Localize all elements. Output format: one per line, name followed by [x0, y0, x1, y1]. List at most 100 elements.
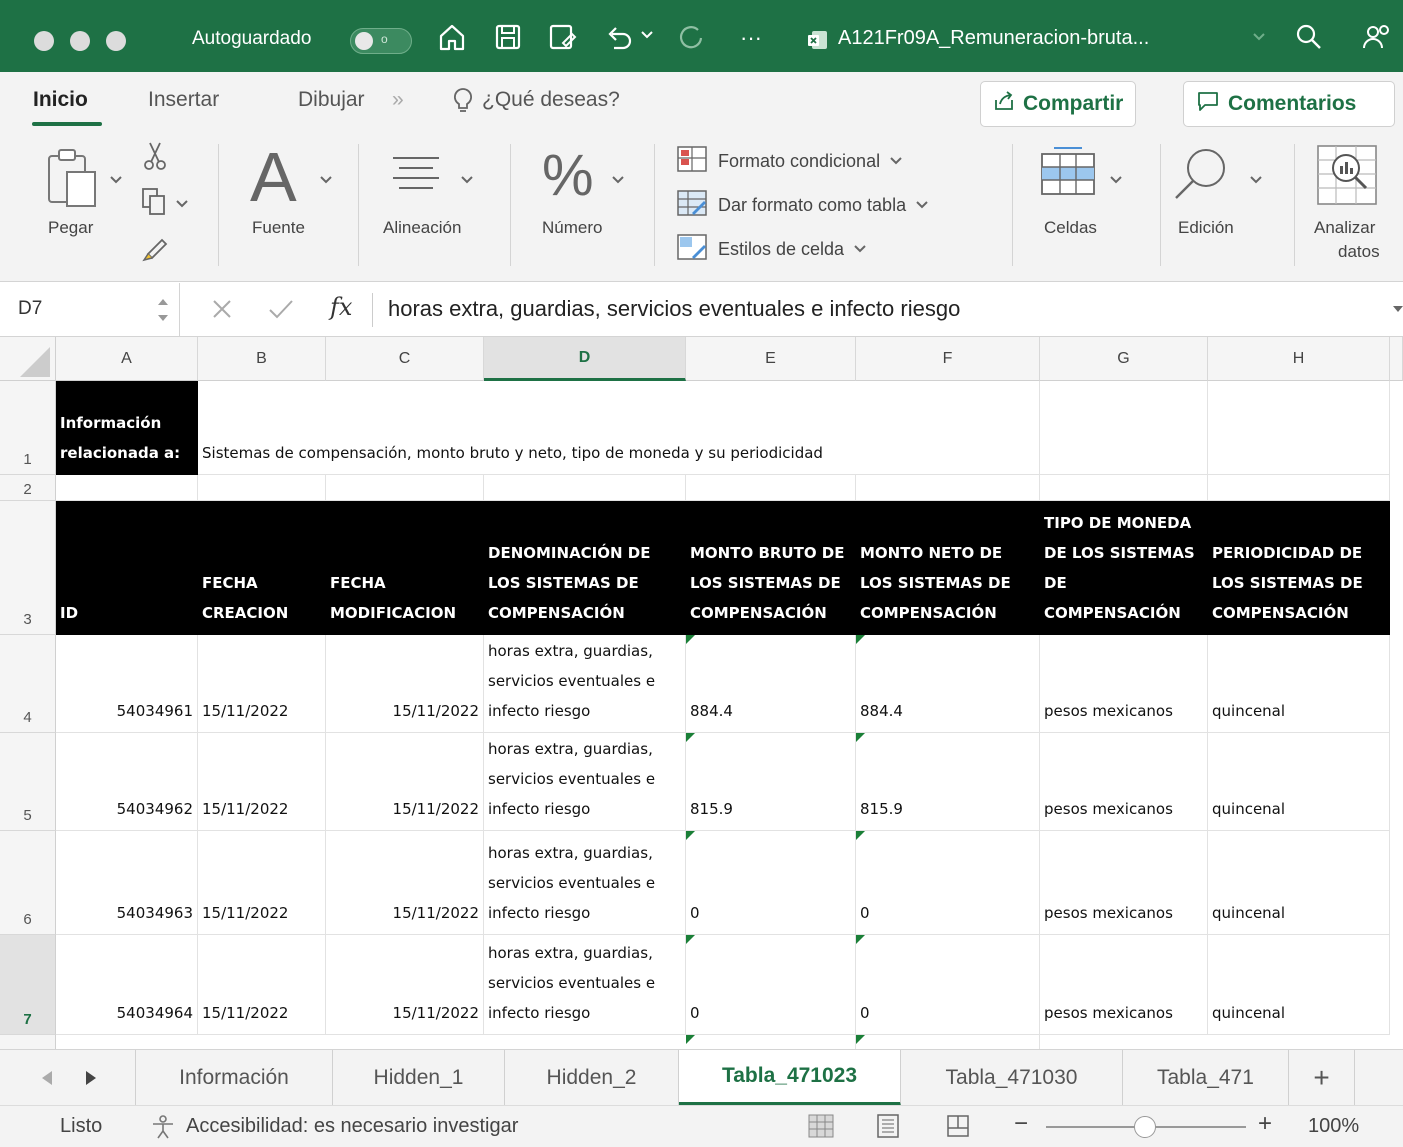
- name-box-stepper-icon[interactable]: [156, 293, 170, 332]
- cell-h1[interactable]: [1208, 381, 1390, 475]
- header-monto-bruto[interactable]: MONTO BRUTO DE LOS SISTEMAS DE COMPENSAC…: [686, 501, 856, 635]
- cells-group[interactable]: Celdas: [1030, 132, 1160, 282]
- normal-view-icon[interactable]: [808, 1114, 834, 1144]
- header-tipo-moneda[interactable]: TIPO DE MONEDA DE LOS SISTEMAS DE COMPEN…: [1040, 501, 1208, 635]
- conditional-format-button[interactable]: Formato condicional: [676, 145, 902, 176]
- table-row-4-fecha-creacion[interactable]: 15/11/2022: [198, 635, 326, 733]
- accessibility-status[interactable]: Accesibilidad: es necesario investigar: [186, 1115, 518, 1138]
- format-as-table-button[interactable]: Dar formato como tabla: [676, 189, 928, 220]
- table-row-4-moneda[interactable]: pesos mexicanos: [1040, 635, 1208, 733]
- next-sheet-icon[interactable]: [84, 1070, 98, 1091]
- column-header-b[interactable]: B: [198, 337, 326, 381]
- prev-sheet-icon[interactable]: [40, 1070, 54, 1091]
- document-title[interactable]: A121Fr09A_Remuneracion-bruta...: [838, 27, 1149, 50]
- table-row-4-monto-bruto[interactable]: 884.4: [686, 635, 856, 733]
- share-button[interactable]: Compartir: [980, 81, 1137, 127]
- row-header-8[interactable]: [0, 1035, 56, 1049]
- row-header-6[interactable]: 6: [0, 831, 56, 935]
- cell-styles-button[interactable]: Estilos de celda: [676, 233, 866, 264]
- table-row-7-monto-bruto[interactable]: 0: [686, 935, 856, 1035]
- column-header-a[interactable]: A: [56, 337, 198, 381]
- save-icon[interactable]: [494, 22, 522, 54]
- editing-group[interactable]: Edición: [1170, 132, 1290, 282]
- row-header-7[interactable]: 7: [0, 935, 56, 1035]
- table-row-4-id[interactable]: 54034961: [56, 635, 198, 733]
- table-row-6-denominacion[interactable]: horas extra, guardias, servicios eventua…: [484, 831, 686, 935]
- table-row-7-monto-neto[interactable]: 0: [856, 935, 1040, 1035]
- table-row-6-id[interactable]: 54034963: [56, 831, 198, 935]
- column-header-i[interactable]: [1390, 337, 1403, 381]
- redo-icon[interactable]: [676, 22, 706, 54]
- row-header-1[interactable]: 1: [0, 381, 56, 475]
- select-all-corner[interactable]: [0, 337, 56, 381]
- table-row-4-periodicidad[interactable]: quincenal: [1208, 635, 1390, 733]
- cell-h2[interactable]: [1208, 475, 1390, 501]
- header-denominacion[interactable]: DENOMINACIÓN DE LOS SISTEMAS DE COMPENSA…: [484, 501, 686, 635]
- minimize-window-button[interactable]: [70, 31, 90, 51]
- row-header-3[interactable]: 3: [0, 501, 56, 635]
- cell-c2[interactable]: [326, 475, 484, 501]
- zoom-slider-thumb[interactable]: [1134, 1116, 1156, 1138]
- insert-function-icon[interactable]: fx: [330, 293, 352, 321]
- table-row-5-monto-neto[interactable]: 815.9: [856, 733, 1040, 831]
- table-row-5-moneda[interactable]: pesos mexicanos: [1040, 733, 1208, 831]
- table-row-6-fecha-modificacion[interactable]: 15/11/2022: [326, 831, 484, 935]
- table-row-7-fecha-creacion[interactable]: 15/11/2022: [198, 935, 326, 1035]
- table-row-5-denominacion[interactable]: horas extra, guardias, servicios eventua…: [484, 733, 686, 831]
- page-layout-icon[interactable]: [876, 1114, 900, 1144]
- cell-e2[interactable]: [686, 475, 856, 501]
- formula-input[interactable]: horas extra, guardias, servicios eventua…: [388, 296, 960, 322]
- cell-a2[interactable]: [56, 475, 198, 501]
- copy-icon[interactable]: [140, 186, 170, 221]
- table-row-7-periodicidad[interactable]: quincenal: [1208, 935, 1390, 1035]
- cell-a1[interactable]: Información relacionada a:: [56, 381, 198, 475]
- zoom-level[interactable]: 100%: [1308, 1115, 1359, 1138]
- copy-dropdown-icon[interactable]: [176, 196, 188, 214]
- zoom-out-button[interactable]: −: [1014, 1110, 1028, 1138]
- header-monto-neto[interactable]: MONTO NETO DE LOS SISTEMAS DE COMPENSACI…: [856, 501, 1040, 635]
- column-header-c[interactable]: C: [326, 337, 484, 381]
- page-break-icon[interactable]: [946, 1114, 970, 1144]
- cell-g2[interactable]: [1040, 475, 1208, 501]
- cell-d2[interactable]: [484, 475, 686, 501]
- table-row-5-id[interactable]: 54034962: [56, 733, 198, 831]
- save-as-icon[interactable]: [548, 22, 578, 54]
- table-row-5-fecha-modificacion[interactable]: 15/11/2022: [326, 733, 484, 831]
- maximize-window-button[interactable]: [106, 31, 126, 51]
- tell-me-input[interactable]: ¿Qué deseas?: [482, 88, 620, 112]
- title-dropdown-icon[interactable]: [1252, 30, 1266, 62]
- cancel-icon[interactable]: [210, 297, 234, 326]
- more-options-icon[interactable]: ···: [740, 25, 762, 57]
- comments-button[interactable]: Comentarios: [1183, 81, 1395, 127]
- confirm-icon[interactable]: [268, 297, 294, 326]
- column-header-e[interactable]: E: [686, 337, 856, 381]
- table-row-7-fecha-modificacion[interactable]: 15/11/2022: [326, 935, 484, 1035]
- tab-insertar[interactable]: Insertar: [148, 88, 219, 112]
- header-id[interactable]: ID: [56, 501, 198, 635]
- table-row-4-denominacion[interactable]: horas extra, guardias, servicios eventua…: [484, 635, 686, 733]
- cell-e8[interactable]: [686, 1035, 856, 1049]
- sheet-tab-informacion[interactable]: Información: [135, 1050, 333, 1106]
- column-header-h[interactable]: H: [1208, 337, 1390, 381]
- font-group[interactable]: A Fuente: [238, 132, 358, 282]
- cell-b1[interactable]: Sistemas de compensación, monto bruto y …: [198, 381, 1040, 475]
- header-periodicidad[interactable]: PERIODICIDAD DE LOS SISTEMAS DE COMPENSA…: [1208, 501, 1390, 635]
- cell-f2[interactable]: [856, 475, 1040, 501]
- cell-g1[interactable]: [1040, 381, 1208, 475]
- row-header-4[interactable]: 4: [0, 635, 56, 733]
- column-header-d[interactable]: D: [484, 337, 686, 381]
- add-sheet-button[interactable]: +: [1289, 1050, 1355, 1106]
- analyze-data-button[interactable]: Analizar datos: [1304, 132, 1403, 282]
- row-header-5[interactable]: 5: [0, 733, 56, 831]
- undo-dropdown-icon[interactable]: [640, 28, 654, 60]
- row-header-2[interactable]: 2: [0, 475, 56, 501]
- header-fecha-modificacion[interactable]: FECHA MODIFICACION: [326, 501, 484, 635]
- alignment-group[interactable]: Alineación: [375, 132, 505, 282]
- home-icon[interactable]: [438, 22, 466, 54]
- paste-icon[interactable]: [45, 146, 103, 215]
- table-row-7-denominacion[interactable]: horas extra, guardias, servicios eventua…: [484, 935, 686, 1035]
- table-row-5-fecha-creacion[interactable]: 15/11/2022: [198, 733, 326, 831]
- share-people-icon[interactable]: [1362, 22, 1392, 54]
- formula-expand-icon[interactable]: [1393, 303, 1403, 321]
- column-header-f[interactable]: F: [856, 337, 1040, 381]
